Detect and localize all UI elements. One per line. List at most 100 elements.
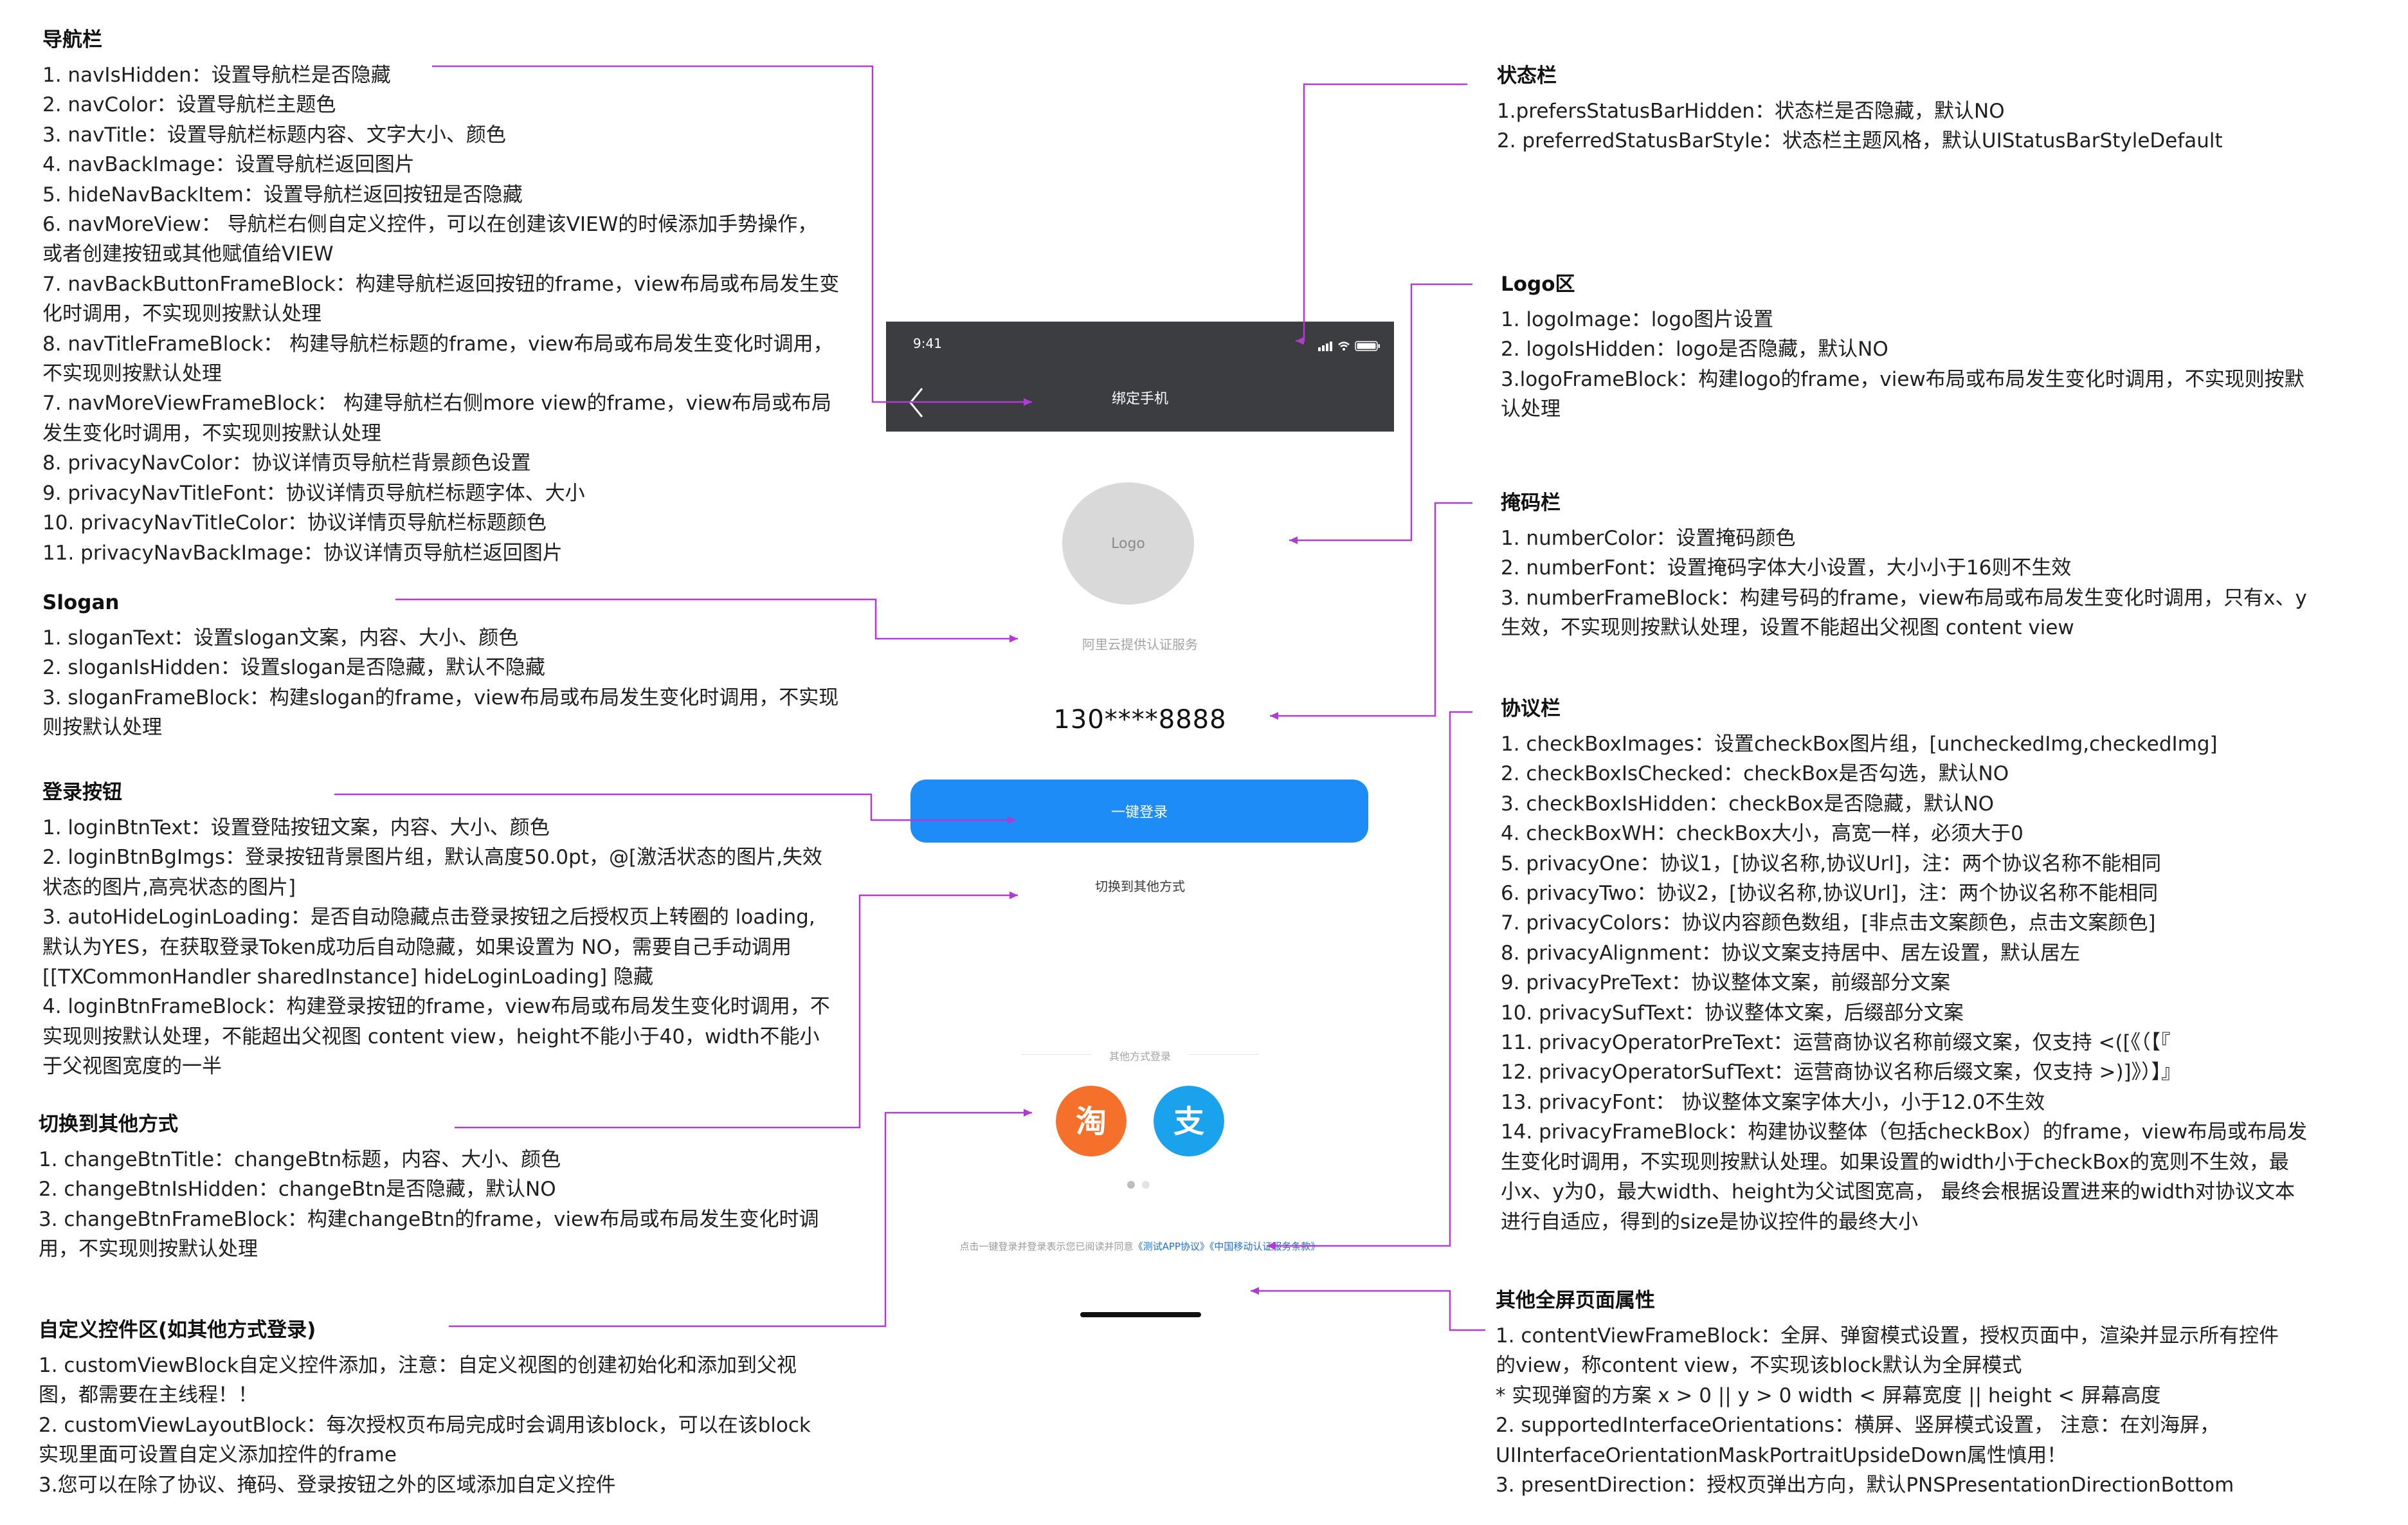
annotation-line: 图，都需要在主线程！！ bbox=[39, 1383, 258, 1407]
annotation-line: 8. navTitleFrameBlock： 构建导航栏标题的frame，vie… bbox=[42, 332, 833, 356]
login-section-items: 1. loginBtnText：设置登陆按钮文案，内容、大小、颜色 2. logi… bbox=[42, 813, 830, 1082]
annotation-line: 2. loginBtnBgImgs：登录按钮背景图片组，默认高度50.0pt，@… bbox=[42, 846, 822, 870]
annotation-line: 于父视图宽度的一半 bbox=[42, 1055, 222, 1079]
annotation-line: 12. privacyOperatorSufText：运营商协议名称后缀文案，仅… bbox=[1501, 1061, 2182, 1084]
annotation-line: 实现里面可设置自定义添加控件的frame bbox=[39, 1443, 397, 1467]
annotation-line: 1.prefersStatusBarHidden：状态栏是否隐藏，默认NO bbox=[1497, 100, 2005, 123]
one-click-login-button[interactable]: 一键登录 bbox=[910, 780, 1368, 843]
annotation-line: 2. checkBoxIsChecked：checkBox是否勾选，默认NO bbox=[1501, 762, 2009, 786]
annotation-line: 9. privacyPreText：协议整体文案，前缀部分文案 bbox=[1501, 971, 1951, 995]
annotation-line: 3. navTitle：设置导航栏标题内容、文字大小、颜色 bbox=[42, 123, 506, 147]
taobao-glyph: 淘 bbox=[1076, 1104, 1107, 1140]
annotation-line: 11. privacyNavBackImage：协议详情页导航栏返回图片 bbox=[42, 541, 563, 565]
status-section-title: 状态栏 bbox=[1497, 64, 1557, 87]
nav-section-title: 导航栏 bbox=[42, 28, 102, 51]
annotation-line: 10. privacySufText：协议整体文案，后缀部分文案 bbox=[1501, 1001, 1964, 1025]
slogan-section-items: 1. sloganText：设置slogan文案，内容、大小、颜色 2. slog… bbox=[42, 623, 838, 743]
annotation-line: 2. supportedInterfaceOrientations：横屏、竖屏模… bbox=[1496, 1414, 2220, 1438]
annotation-line: 1. changeBtnTitle：changeBtn标题，内容、大小、颜色 bbox=[39, 1148, 561, 1171]
privacy-section-items: 1. checkBoxImages：设置checkBox图片组，[uncheck… bbox=[1501, 729, 2307, 1237]
annotation-line: 2. changeBtnIsHidden：changeBtn是否隐藏，默认NO bbox=[39, 1178, 556, 1201]
privacy-link-app[interactable]: 《测试APP协议》 bbox=[1134, 1241, 1209, 1252]
annotation-line: 生效，不实现则按默认处理，设置不能超出父视图 content view bbox=[1501, 616, 2074, 640]
annotation-line: 化时调用，不实现则按默认处理 bbox=[42, 302, 321, 326]
annotation-line: [[TXCommonHandler sharedInstance] hideLo… bbox=[42, 965, 653, 989]
nav-section: 导航栏 1. navIsHidden：设置导航栏是否隐藏 2. navColor：… bbox=[42, 26, 839, 568]
annotation-line: 小x、y为0，最大width、height为父试图宽高， 最终会根据设置进来的w… bbox=[1501, 1180, 2295, 1204]
nav-title: 绑定手机 bbox=[1111, 391, 1168, 407]
change-section-title: 切换到其他方式 bbox=[39, 1113, 178, 1136]
annotation-line: 生变化时调用，不实现则按默认处理。如果设置的width小于checkBox的宽则… bbox=[1501, 1150, 2289, 1174]
annotation-line: 7. privacyColors：协议内容颜色数组，[非点击文案颜色，点击文案颜… bbox=[1501, 911, 2156, 935]
logo-section-title: Logo区 bbox=[1501, 273, 1575, 296]
taobao-icon[interactable]: 淘 bbox=[1056, 1086, 1127, 1156]
annotation-line: 7. navBackButtonFrameBlock：构建导航栏返回按钮的fra… bbox=[42, 272, 840, 296]
status-time: 9:41 bbox=[913, 336, 942, 351]
annotation-line: 10. privacyNavTitleColor：协议详情页导航栏标题颜色 bbox=[42, 511, 547, 535]
alipay-icon[interactable]: 支 bbox=[1154, 1086, 1224, 1156]
annotation-line: 3. presentDirection：授权页弹出方向，默认PNSPresent… bbox=[1496, 1474, 2234, 1497]
home-indicator bbox=[1080, 1312, 1201, 1317]
annotation-line: 3. sloganFrameBlock：构建slogan的frame，view布… bbox=[42, 686, 839, 709]
annotation-line: 6. privacyTwo：协议2，[协议名称,协议Url]，注：两个协议名称不… bbox=[1501, 882, 2159, 906]
privacy-pre-text: 点击一键登录并登录表示您已阅读并同意 bbox=[959, 1241, 1134, 1252]
annotation-line: 2. customViewLayoutBlock：每次授权页布局完成时会调用该b… bbox=[39, 1413, 811, 1437]
annotation-line: 2. navColor：设置导航栏主题色 bbox=[42, 93, 336, 117]
nav-section-items: 1. navIsHidden：设置导航栏是否隐藏 2. navColor：设置导航… bbox=[42, 60, 839, 568]
mask-section-items: 1. numberColor：设置掩码颜色 2. numberFont：设置掩码字… bbox=[1501, 524, 2307, 643]
annotation-line: 13. privacyFont： 协议整体文案字体大小，小于12.0不生效 bbox=[1501, 1090, 2045, 1114]
login-section-title: 登录按钮 bbox=[42, 781, 122, 804]
annotation-line: 2. numberFont：设置掩码字体大小设置，大小小于16则不生效 bbox=[1501, 556, 2072, 580]
privacy-section: 协议栏 1. checkBoxImages：设置checkBox图片组，[unc… bbox=[1501, 695, 2307, 1237]
other-login-label: 其他方式登录 bbox=[1109, 1050, 1171, 1063]
page-dot-inactive bbox=[1142, 1181, 1150, 1189]
slogan-text: 阿里云提供认证服务 bbox=[1082, 637, 1198, 652]
annotation-line: 1. customViewBlock自定义控件添加，注意：自定义视图的创建初始化… bbox=[39, 1354, 797, 1377]
annotation-line: 3.logoFrameBlock：构建logo的frame，view布局或布局发… bbox=[1501, 367, 2304, 391]
annotation-line: 2. logoIsHidden：logo是否隐藏，默认NO bbox=[1501, 338, 1888, 361]
logo-placeholder: Logo bbox=[1062, 482, 1194, 605]
annotation-line: 3. changeBtnFrameBlock：构建changeBtn的frame… bbox=[39, 1207, 819, 1231]
annotation-line: 9. privacyNavTitleFont：协议详情页导航栏标题字体、大小 bbox=[42, 481, 585, 505]
annotation-line: 5. privacyOne：协议1，[协议名称,协议Url]，注：两个协议名称不… bbox=[1501, 852, 2162, 875]
phone-mockup: 9:41 绑定手机 Logo 阿里云提供认证服务 130****8888 一键登… bbox=[886, 322, 1394, 1328]
annotation-line: 7. navMoreViewFrameBlock： 构建导航栏右侧more vi… bbox=[42, 392, 831, 415]
page-dot-active bbox=[1127, 1181, 1135, 1189]
slogan-section-title: Slogan bbox=[42, 591, 120, 614]
privacy-text: 点击一键登录并登录表示您已阅读并同意《测试APP协议》《中国移动认证服务条款》 bbox=[886, 1239, 1394, 1253]
annotation-line: 4. checkBoxWH：checkBox大小，高宽一样，必须大于0 bbox=[1501, 822, 2023, 846]
annotation-line: 状态的图片,高亮状态的图片] bbox=[42, 875, 296, 899]
annotation-line: 默认为YES，在获取登录Token成功后自动隐藏，如果设置为 NO，需要自己手动… bbox=[42, 935, 792, 959]
logo-section-items: 1. logoImage：logo图片设置 2. logoIsHidden：log… bbox=[1501, 305, 2304, 425]
annotation-line: 1. navIsHidden：设置导航栏是否隐藏 bbox=[42, 64, 391, 87]
privacy-link-operator[interactable]: 《中国移动认证服务条款》 bbox=[1209, 1241, 1321, 1252]
wifi-icon bbox=[1338, 342, 1350, 351]
annotation-line: 4. loginBtnFrameBlock：构建登录按钮的frame，view布… bbox=[42, 995, 830, 1019]
status-section: 状态栏 1.prefersStatusBarHidden：状态栏是否隐藏，默认N… bbox=[1497, 62, 2223, 156]
fullscreen-section-title: 其他全屏页面属性 bbox=[1496, 1289, 1655, 1312]
login-button-label: 一键登录 bbox=[1110, 805, 1168, 821]
custom-section-items: 1. customViewBlock自定义控件添加，注意：自定义视图的创建初始化… bbox=[39, 1351, 811, 1500]
privacy-section-title: 协议栏 bbox=[1501, 697, 1561, 720]
mask-section-title: 掩码栏 bbox=[1501, 491, 1561, 515]
annotation-line: 1. contentViewFrameBlock：全屏、弹窗模式设置，授权页面中… bbox=[1496, 1324, 2279, 1347]
annotation-line: * 实现弹窗的方案 x > 0 || y > 0 width < 屏幕宽度 ||… bbox=[1496, 1383, 2161, 1407]
fullscreen-section-items: 1. contentViewFrameBlock：全屏、弹窗模式设置，授权页面中… bbox=[1496, 1321, 2279, 1500]
annotation-line: 2. sloganIsHidden：设置slogan是否隐藏，默认不隐藏 bbox=[42, 656, 545, 680]
annotation-line: 11. privacyOperatorPreText：运营商协议名称前缀文案，仅… bbox=[1501, 1031, 2171, 1055]
change-login-method-button[interactable]: 切换到其他方式 bbox=[886, 876, 1394, 895]
mask-section: 掩码栏 1. numberColor：设置掩码颜色 2. numberFont：设… bbox=[1501, 489, 2307, 643]
annotation-line: 认处理 bbox=[1501, 397, 1561, 421]
annotation-line: 发生变化时调用，不实现则按默认处理 bbox=[42, 421, 381, 445]
annotation-line: 3.您可以在除了协议、掩码、登录按钮之外的区域添加自定义控件 bbox=[39, 1473, 616, 1497]
fullscreen-section: 其他全屏页面属性 1. contentViewFrameBlock：全屏、弹窗模… bbox=[1496, 1286, 2279, 1500]
slogan-section: Slogan 1. sloganText：设置slogan文案，内容、大小、颜色… bbox=[42, 589, 838, 743]
battery-icon bbox=[1355, 341, 1380, 351]
annotation-line: 1. checkBoxImages：设置checkBox图片组，[uncheck… bbox=[1501, 733, 2218, 756]
custom-section: 自定义控件区(如其他方式登录) 1. customViewBlock自定义控件添… bbox=[39, 1316, 811, 1500]
annotation-line: 用，不实现则按默认处理 bbox=[39, 1237, 258, 1261]
annotation-line: 2. preferredStatusBarStyle：状态栏主题风格，默认UIS… bbox=[1497, 129, 2223, 153]
masked-number: 130****8888 bbox=[1053, 705, 1227, 735]
other-login-divider-right bbox=[1188, 1054, 1259, 1055]
annotation-line: 4. navBackImage：设置导航栏返回图片 bbox=[42, 153, 415, 177]
